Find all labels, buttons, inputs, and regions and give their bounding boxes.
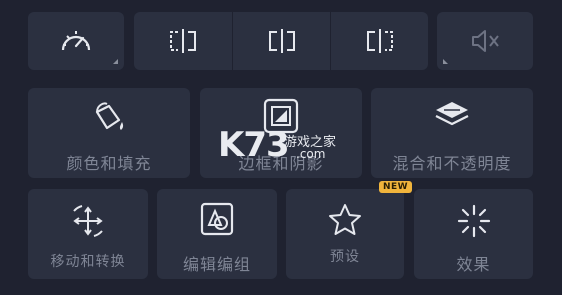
mute-button[interactable]	[437, 12, 533, 70]
border-shadow-button[interactable]: 边框和阴影	[200, 88, 362, 178]
edit-group-button[interactable]: 编辑编组	[157, 189, 277, 279]
edit-group-label: 编辑编组	[182, 255, 251, 274]
blend-opacity-label: 混合和不透明度	[392, 154, 512, 173]
move-transform-button[interactable]: 移动和转换	[28, 189, 148, 279]
color-fill-label: 颜色和填充	[66, 154, 152, 173]
split-center-button[interactable]	[233, 12, 330, 70]
edit-group-icon	[200, 202, 234, 236]
blend-opacity-button[interactable]: 混合和不透明度	[371, 88, 533, 178]
split-left-icon	[170, 29, 196, 53]
mute-icon	[472, 30, 499, 52]
star-icon	[329, 204, 361, 235]
effects-button[interactable]: 效果	[414, 189, 533, 279]
expand-corner-icon	[443, 59, 448, 64]
layers-blend-icon	[435, 102, 469, 126]
split-right-icon	[366, 29, 393, 53]
move-transform-icon	[73, 205, 103, 237]
new-badge: NEW	[379, 181, 413, 193]
speed-button[interactable]	[28, 12, 124, 70]
border-shadow-label: 边框和阴影	[238, 154, 324, 173]
split-group	[134, 12, 428, 70]
border-shadow-icon	[263, 98, 299, 134]
speedometer-icon	[61, 31, 91, 51]
split-center-icon	[268, 29, 295, 53]
effects-label: 效果	[456, 255, 491, 274]
presets-label: 预设	[330, 249, 360, 265]
color-fill-button[interactable]: 颜色和填充	[28, 88, 190, 178]
split-left-button[interactable]	[134, 12, 232, 70]
move-transform-label: 移动和转换	[50, 254, 126, 270]
split-right-button[interactable]	[331, 12, 428, 70]
expand-corner-icon	[113, 59, 118, 64]
sparkle-icon	[457, 204, 490, 238]
presets-button[interactable]: 预设	[286, 189, 404, 279]
paint-bucket-icon	[95, 102, 124, 130]
